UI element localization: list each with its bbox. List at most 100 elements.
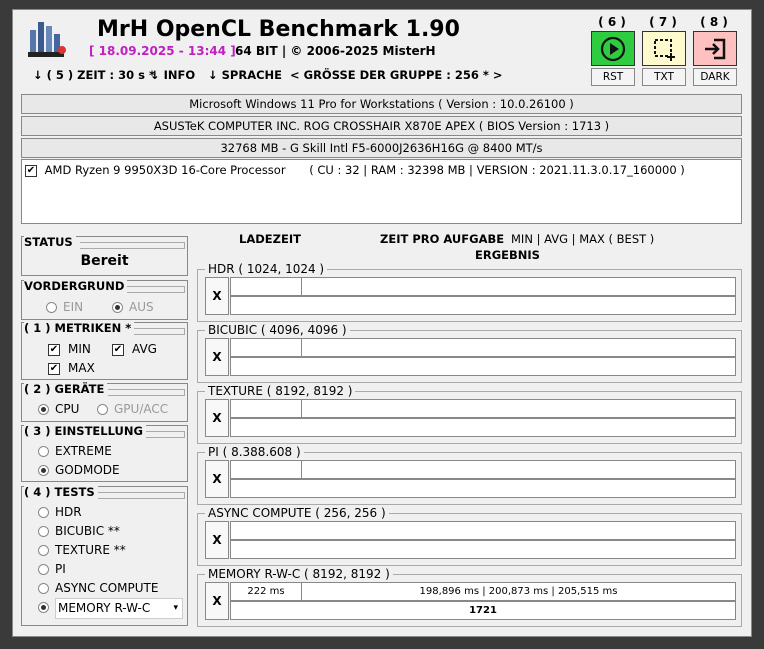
- ein-label: EIN: [63, 300, 84, 314]
- radio-icon: [46, 302, 57, 313]
- extreme-radio[interactable]: EXTREME: [38, 444, 112, 458]
- divider: [80, 242, 185, 249]
- divider: [142, 431, 185, 438]
- test-texture-radio[interactable]: TEXTURE **: [38, 543, 126, 557]
- login-icon: [705, 38, 726, 59]
- divider: [92, 492, 185, 499]
- test-bicubic-radio[interactable]: BICUBIC **: [38, 524, 120, 538]
- radio-icon: [97, 404, 108, 415]
- test-label: TEXTURE **: [55, 543, 126, 557]
- tests-title: ( 4 ) TESTS: [24, 485, 98, 499]
- result-title: ASYNC COMPUTE ( 256, 256 ): [205, 506, 389, 520]
- gruppe-menu[interactable]: < GRÖSSE DER GRUPPE : 256 * >: [290, 68, 503, 82]
- rst-button[interactable]: RST: [591, 68, 635, 86]
- device-list: ✔ AMD Ryzen 9 9950X3D 16-Core Processor …: [21, 159, 742, 224]
- load-time-cell: [230, 460, 302, 479]
- test-pi-radio[interactable]: PI: [38, 562, 66, 576]
- cpu-device-checkbox[interactable]: ✔: [25, 164, 37, 177]
- times-cell: 198,896 ms | 200,873 ms | 205,515 ms: [301, 582, 736, 601]
- clear-button[interactable]: X: [205, 277, 229, 315]
- result-title: MEMORY R-W-C ( 8192, 8192 ): [205, 567, 393, 581]
- gpu-label: GPU/ACC: [114, 402, 169, 416]
- vordergrund-title: VORDERGRUND: [24, 279, 128, 293]
- result-cell: [230, 540, 736, 559]
- test-label: BICUBIC **: [55, 524, 120, 538]
- load-time-cell: [230, 521, 736, 540]
- clear-button[interactable]: X: [205, 399, 229, 437]
- load-time-cell: [230, 277, 302, 296]
- cpu-radio[interactable]: CPU: [38, 402, 79, 416]
- zeit-menu[interactable]: ↓ ( 5 ) ZEIT : 30 s *: [33, 68, 155, 82]
- clear-button[interactable]: X: [205, 521, 229, 559]
- einstellung-panel: ( 3 ) EINSTELLUNG EXTREME GODMODE: [21, 424, 188, 482]
- gpu-radio[interactable]: GPU/ACC: [97, 402, 168, 416]
- selected-test-label: MEMORY R-W-C: [58, 601, 151, 615]
- txt-export-button[interactable]: [642, 31, 686, 66]
- test-hdr-radio[interactable]: HDR: [38, 505, 82, 519]
- result-cell: [230, 479, 736, 498]
- min-label: MIN: [68, 342, 91, 356]
- test-memory-radio[interactable]: [38, 600, 55, 614]
- clear-button[interactable]: X: [205, 460, 229, 498]
- dark-button[interactable]: DARK: [693, 68, 737, 86]
- sprache-menu[interactable]: ↓ SPRACHE: [208, 68, 282, 82]
- result-cell: [230, 418, 736, 437]
- result-texture: TEXTURE ( 8192, 8192 ) X: [197, 384, 742, 444]
- avg-checkbox[interactable]: ✔ AVG: [112, 342, 157, 356]
- dark-number: ( 8 ): [700, 15, 728, 29]
- times-cell: [301, 399, 736, 418]
- result-cell: [230, 357, 736, 376]
- vordergrund-ein-radio[interactable]: EIN: [46, 300, 83, 314]
- test-async-radio[interactable]: ASYNC COMPUTE: [38, 581, 158, 595]
- zeit-header: ZEIT PRO AUFGABE: [380, 232, 505, 246]
- divider: [108, 389, 185, 396]
- run-button[interactable]: [591, 31, 635, 66]
- min-checkbox[interactable]: ✔ MIN: [48, 342, 91, 356]
- clear-button[interactable]: X: [205, 582, 229, 620]
- geraete-panel: ( 2 ) GERÄTE CPU GPU/ACC: [21, 382, 188, 422]
- ergebnis-header: ERGEBNIS: [475, 248, 540, 262]
- datetime-label: [ 18.09.2025 - 13:44 ]: [89, 44, 236, 58]
- cpu-name: AMD Ryzen 9 9950X3D 16-Core Processor: [44, 163, 286, 177]
- ram-info: 32768 MB - G Skill Intl F5-6000J2636H16G…: [21, 138, 742, 158]
- result-title: TEXTURE ( 8192, 8192 ): [205, 384, 356, 398]
- radio-icon: [38, 446, 49, 457]
- txt-button[interactable]: TXT: [642, 68, 686, 86]
- info-menu[interactable]: ↓ INFO: [150, 68, 195, 82]
- max-checkbox[interactable]: ✔ MAX: [48, 361, 95, 375]
- checkbox-checked-icon: ✔: [48, 343, 60, 356]
- geraete-title: ( 2 ) GERÄTE: [24, 382, 108, 396]
- times-cell: [301, 277, 736, 296]
- radio-icon: [38, 564, 49, 575]
- aus-label: AUS: [129, 300, 154, 314]
- dark-mode-button[interactable]: [693, 31, 737, 66]
- result-cell: 1721: [230, 601, 736, 620]
- godmode-radio[interactable]: GODMODE: [38, 463, 120, 477]
- result-title: PI ( 8.388.608 ): [205, 445, 304, 459]
- txt-number: ( 7 ): [649, 15, 677, 29]
- metriken-title: ( 1 ) METRIKEN *: [24, 321, 135, 335]
- einstellung-title: ( 3 ) EINSTELLUNG: [24, 424, 146, 438]
- result-bicubic: BICUBIC ( 4096, 4096 ) X: [197, 323, 742, 383]
- app-title: MrH OpenCL Benchmark 1.90: [97, 17, 460, 42]
- version-info: 64 BIT | © 2006-2025 MisterH: [235, 44, 436, 58]
- checkbox-checked-icon: ✔: [48, 362, 60, 375]
- cpu-details: ( CU : 32 | RAM : 32398 MB | VERSION : 2…: [309, 163, 685, 177]
- clear-button[interactable]: X: [205, 338, 229, 376]
- result-cell: [230, 296, 736, 315]
- test-label: ASYNC COMPUTE: [55, 581, 159, 595]
- radio-selected-icon: [38, 602, 49, 613]
- godmode-label: GODMODE: [55, 463, 120, 477]
- test-select-dropdown[interactable]: MEMORY R-W-C ▾: [55, 598, 183, 619]
- load-time-cell: [230, 338, 302, 357]
- times-cell: [301, 338, 736, 357]
- extreme-label: EXTREME: [55, 444, 112, 458]
- result-pi: PI ( 8.388.608 ) X: [197, 445, 742, 505]
- vordergrund-aus-radio[interactable]: AUS: [112, 300, 154, 314]
- max-label: MAX: [68, 361, 95, 375]
- main-window: MrH OpenCL Benchmark 1.90 [ 18.09.2025 -…: [12, 9, 752, 637]
- load-time-cell: [230, 399, 302, 418]
- radio-icon: [38, 526, 49, 537]
- avg-label: AVG: [132, 342, 157, 356]
- rst-number: ( 6 ): [598, 15, 626, 29]
